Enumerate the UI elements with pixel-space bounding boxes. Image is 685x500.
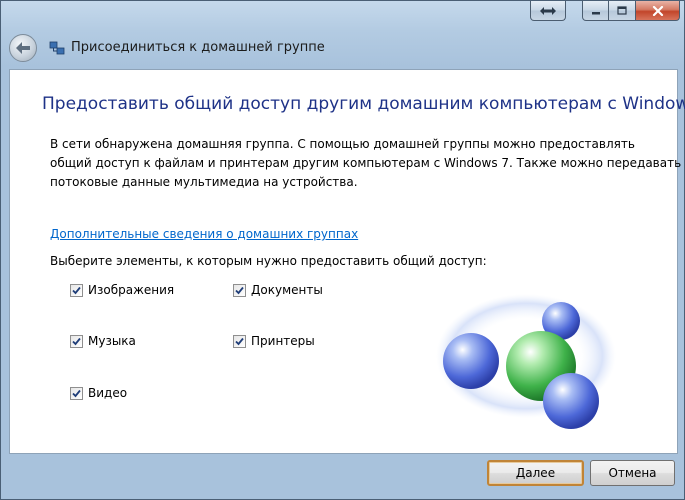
description-line: общий доступ к файлам и принтерам другим… xyxy=(50,156,682,170)
checkbox-pictures-box[interactable] xyxy=(70,283,83,297)
checkbox-pictures[interactable]: Изображения xyxy=(70,283,174,297)
page-heading: Предоставить общий доступ другим домашни… xyxy=(42,94,685,114)
close-button[interactable] xyxy=(636,1,680,21)
caption-buttons xyxy=(530,1,680,21)
resize-icon xyxy=(540,6,556,15)
close-icon xyxy=(652,5,663,16)
checkmark-icon xyxy=(72,389,81,397)
next-button[interactable]: Далее xyxy=(487,460,584,486)
checkbox-printers[interactable]: Принтеры xyxy=(233,334,315,348)
maximize-button[interactable] xyxy=(609,1,636,21)
checkbox-music[interactable]: Музыка xyxy=(70,334,136,348)
dialog-window: Присоединиться к домашней группе Предост… xyxy=(0,0,685,500)
window-title: Присоединиться к домашней группе xyxy=(71,40,325,55)
homegroup-info-link[interactable]: Дополнительные сведения о домашних групп… xyxy=(50,227,358,241)
checkmark-icon xyxy=(235,337,244,345)
share-prompt: Выберите элементы, к которым нужно предо… xyxy=(50,254,487,268)
checkbox-pictures-label: Изображения xyxy=(88,283,175,297)
checkbox-printers-box[interactable] xyxy=(233,334,246,348)
checkbox-documents-label: Документы xyxy=(251,283,323,297)
checkbox-documents[interactable]: Документы xyxy=(233,283,323,297)
checkmark-icon xyxy=(235,286,244,294)
checkmark-icon xyxy=(72,286,81,294)
homegroup-spheres-icon xyxy=(436,294,616,429)
checkbox-video-box[interactable] xyxy=(70,386,83,400)
checkbox-printers-label: Принтеры xyxy=(251,334,315,348)
back-button[interactable] xyxy=(9,34,37,62)
homegroup-network-icon xyxy=(49,41,65,55)
checkbox-video-label: Видео xyxy=(88,386,128,400)
checkbox-video[interactable]: Видео xyxy=(70,386,127,400)
minimize-icon xyxy=(591,11,600,14)
back-arrow-icon xyxy=(16,42,30,54)
checkbox-documents-box[interactable] xyxy=(233,283,246,297)
description: В сети обнаружена домашняя группа. С пом… xyxy=(50,135,682,192)
cancel-button[interactable]: Отмена xyxy=(590,460,675,486)
maximize-icon xyxy=(617,6,627,15)
checkbox-music-box[interactable] xyxy=(70,334,83,348)
minimize-button[interactable] xyxy=(582,1,609,21)
checkmark-icon xyxy=(72,337,81,345)
description-line: потоковые данные мультимедиа на устройст… xyxy=(50,175,358,189)
checkbox-music-label: Музыка xyxy=(88,334,136,348)
description-line: В сети обнаружена домашняя группа. С пом… xyxy=(50,137,635,151)
resize-button[interactable] xyxy=(530,1,566,21)
